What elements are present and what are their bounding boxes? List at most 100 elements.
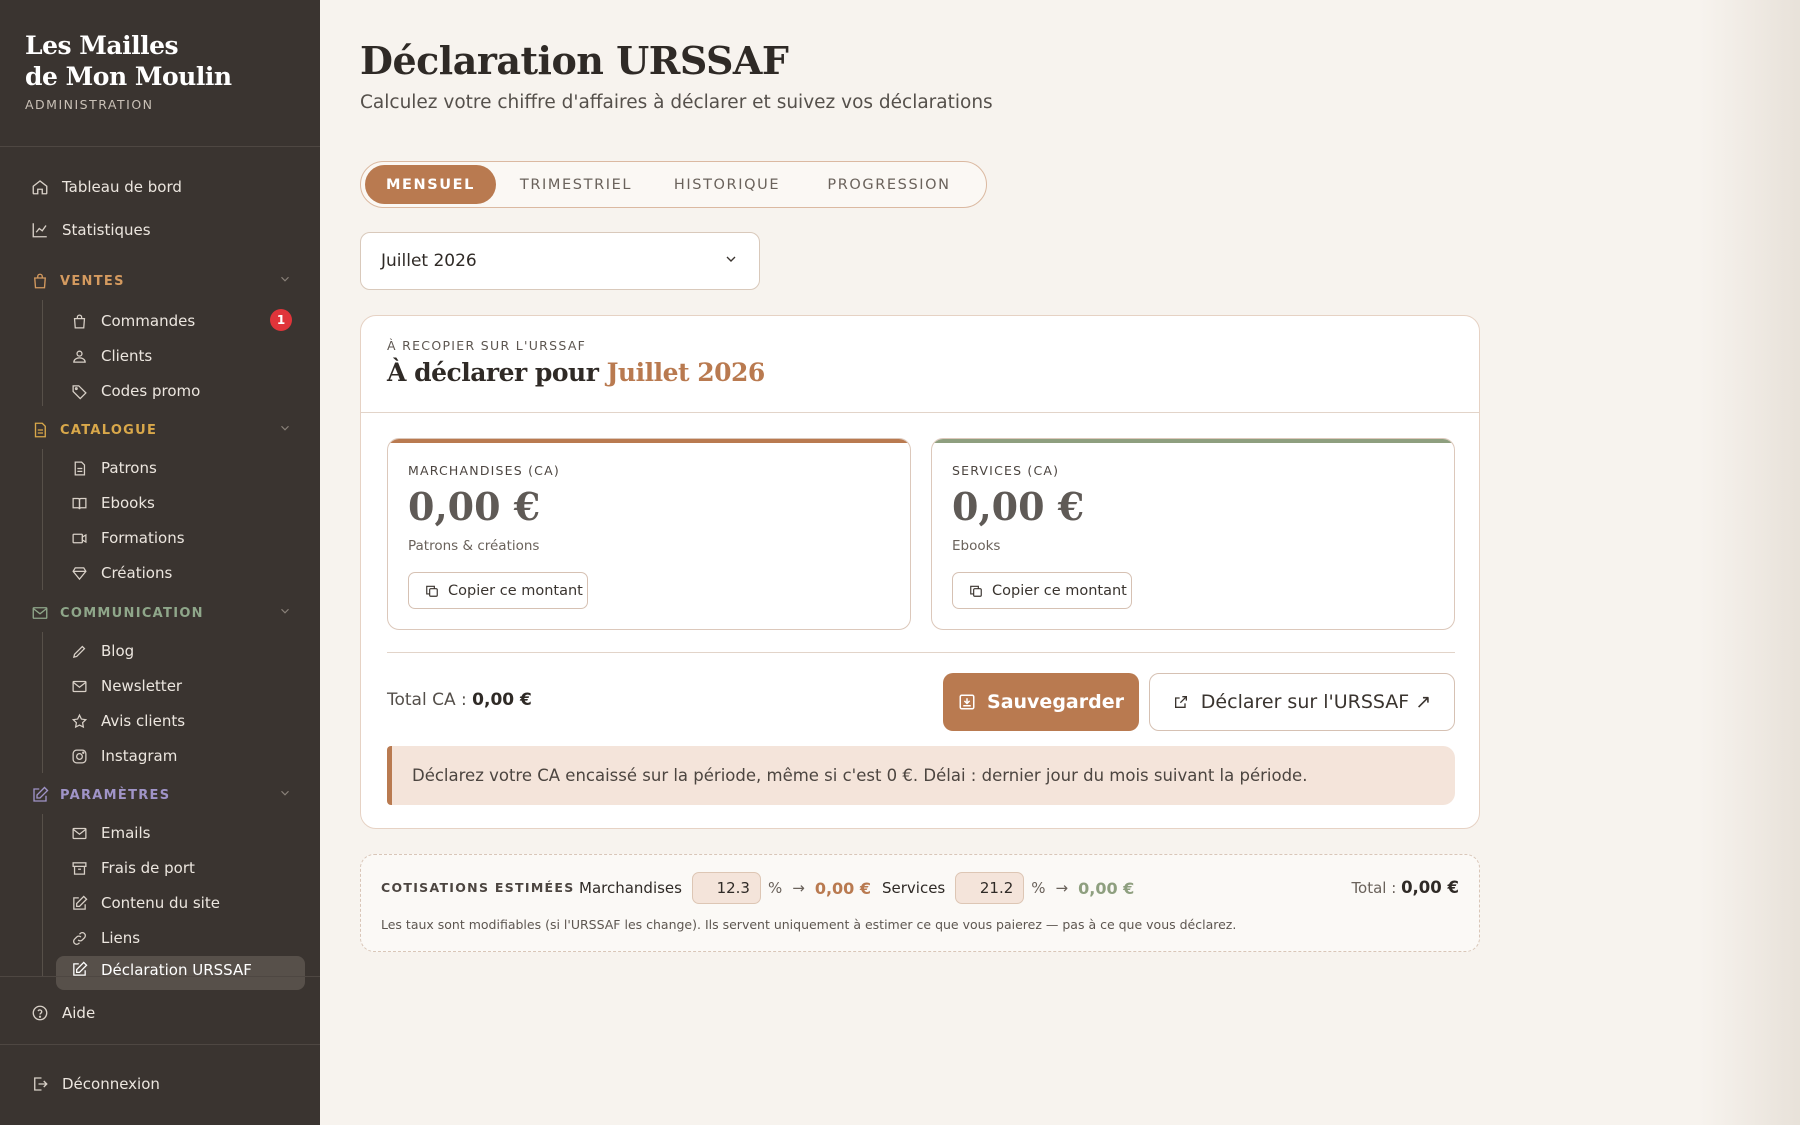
chevron-down-icon (278, 421, 292, 439)
document-icon (30, 420, 50, 440)
tab-progression[interactable]: PROGRESSION (809, 165, 969, 204)
percent-sign: % (767, 879, 783, 897)
brand-name-line1: Les Mailles (25, 31, 179, 60)
sidebar-item-label: Clients (101, 347, 153, 365)
cotisations-total-label: Total : (1351, 879, 1402, 897)
tab-trimestriel[interactable]: TRIMESTRIEL (511, 165, 641, 204)
sidebar-item-statistiques[interactable]: Statistiques (30, 215, 151, 245)
sidebar-item-label: Emails (101, 824, 151, 842)
sidebar-item-label: Liens (101, 929, 141, 947)
sidebar-item-formations[interactable]: Formations (70, 523, 185, 553)
cotisation-marchandises: Marchandises 12.3 % → 0,00 € (579, 871, 871, 905)
box-icon (70, 859, 88, 877)
sidebar-item-emails[interactable]: Emails (70, 818, 150, 848)
cotisation-marchandises-label: Marchandises (579, 879, 682, 897)
page-edge-shade (1700, 0, 1800, 1125)
video-icon (70, 529, 88, 547)
section-label: VENTES (60, 273, 125, 289)
save-button[interactable]: Sauvegarder (943, 673, 1139, 731)
sidebar-item-patrons[interactable]: Patrons (70, 453, 157, 483)
brand-name-line2: de Mon Moulin (25, 62, 232, 91)
copy-services-button[interactable]: Copier ce montant (952, 572, 1132, 609)
edit-icon (70, 894, 88, 912)
marchandises-amount: 0,00 € (408, 484, 541, 529)
sidebar-item-clients[interactable]: Clients (70, 341, 152, 371)
declare-urssaf-button[interactable]: Déclarer sur l'URSSAF ↗ (1149, 673, 1455, 731)
copy-marchandises-button[interactable]: Copier ce montant (408, 572, 588, 609)
mail-icon (70, 677, 88, 695)
section-ventes[interactable]: VENTES (30, 268, 292, 294)
total-ca: Total CA : 0,00 € (387, 690, 532, 710)
marchandises-rate-input[interactable]: 12.3 (691, 872, 761, 904)
tree-line (42, 814, 43, 976)
copy-button-label: Copier ce montant (992, 582, 1127, 599)
cotisations-panel: COTISATIONS ESTIMÉES Marchandises 12.3 %… (360, 854, 1480, 952)
period-tabs: MENSUEL TRIMESTRIEL HISTORIQUE PROGRESSI… (360, 161, 987, 208)
period-select[interactable]: Juillet 2026 (360, 232, 760, 290)
pencil-icon (70, 642, 88, 660)
card-title: À déclarer pour Juillet 2026 (387, 358, 765, 387)
tab-mensuel[interactable]: MENSUEL (365, 165, 496, 204)
chart-line-icon (30, 220, 50, 240)
sidebar-item-label: Créations (101, 564, 173, 582)
cotisation-services-amount: 0,00 € (1078, 878, 1135, 898)
help-circle-icon (30, 1003, 50, 1023)
sidebar-divider (0, 1044, 320, 1045)
services-accent-bar (932, 439, 1454, 443)
cotisations-note: Les taux sont modifiables (si l'URSSAF l… (381, 917, 1237, 932)
sidebar-item-label: Commandes (101, 312, 196, 330)
sidebar-item-frais-de-port[interactable]: Frais de port (70, 853, 195, 883)
mail-icon (30, 603, 50, 623)
cotisations-total: Total : 0,00 € (1351, 878, 1459, 897)
sidebar-item-aide[interactable]: Aide (30, 998, 95, 1028)
external-link-icon (1173, 694, 1189, 710)
arrow-right-icon: → (792, 879, 805, 897)
sidebar-item-deconnexion[interactable]: Déconnexion (30, 1069, 160, 1099)
sidebar-item-label: Codes promo (101, 382, 201, 400)
section-catalogue[interactable]: CATALOGUE (30, 417, 292, 443)
section-label: PARAMÈTRES (60, 787, 171, 803)
users-icon (70, 347, 88, 365)
sidebar-item-declaration-urssaf[interactable]: Déclaration URSSAF (70, 958, 252, 976)
card-title-period: Juillet 2026 (606, 358, 766, 387)
card-divider (387, 652, 1455, 653)
tab-historique[interactable]: HISTORIQUE (663, 165, 791, 204)
services-box: SERVICES (CA) 0,00 € Ebooks Copier ce mo… (931, 438, 1455, 630)
sidebar-item-avis-clients[interactable]: Avis clients (70, 706, 185, 736)
sidebar-item-label: Frais de port (101, 859, 195, 877)
tree-line (42, 449, 43, 590)
sidebar-item-codes-promo[interactable]: Codes promo (70, 376, 200, 406)
mail-icon (70, 824, 88, 842)
sidebar-item-newsletter[interactable]: Newsletter (70, 671, 182, 701)
cotisation-services: Services 21.2 % → 0,00 € (882, 871, 1134, 905)
sidebar-item-blog[interactable]: Blog (70, 636, 134, 666)
sidebar-item-label: Contenu du site (101, 894, 220, 912)
section-label: CATALOGUE (60, 422, 158, 438)
section-communication[interactable]: COMMUNICATION (30, 600, 292, 626)
sidebar-item-contenu-du-site[interactable]: Contenu du site (70, 888, 220, 918)
bag-icon (70, 312, 88, 330)
bag-icon (30, 271, 50, 291)
marchandises-desc: Patrons & créations (408, 538, 540, 554)
diamond-icon (70, 564, 88, 582)
home-icon (30, 177, 50, 197)
sidebar-item-commandes[interactable]: Commandes (70, 306, 195, 336)
sidebar-item-creations[interactable]: Créations (70, 558, 172, 588)
sidebar-item-label: Avis clients (101, 712, 186, 730)
sidebar-item-instagram[interactable]: Instagram (70, 741, 177, 771)
marchandises-label: MARCHANDISES (CA) (408, 463, 560, 478)
sidebar-item-liens[interactable]: Liens (70, 923, 140, 953)
chevron-down-icon (278, 604, 292, 622)
sidebar-item-label: Blog (101, 642, 135, 660)
sidebar-divider (0, 976, 320, 977)
services-rate-input[interactable]: 21.2 (955, 872, 1025, 904)
star-icon (70, 712, 88, 730)
tree-line (42, 632, 43, 773)
orders-badge: 1 (270, 309, 292, 331)
cotisations-label: COTISATIONS ESTIMÉES (381, 880, 575, 895)
declare-urssaf-label: Déclarer sur l'URSSAF ↗ (1200, 691, 1432, 713)
sidebar-item-ebooks[interactable]: Ebooks (70, 488, 155, 518)
section-parametres[interactable]: PARAMÈTRES (30, 782, 292, 808)
sidebar: Les Mailles de Mon Moulin ADMINISTRATION… (0, 0, 320, 1125)
sidebar-item-tableau-de-bord[interactable]: Tableau de bord (30, 172, 182, 202)
